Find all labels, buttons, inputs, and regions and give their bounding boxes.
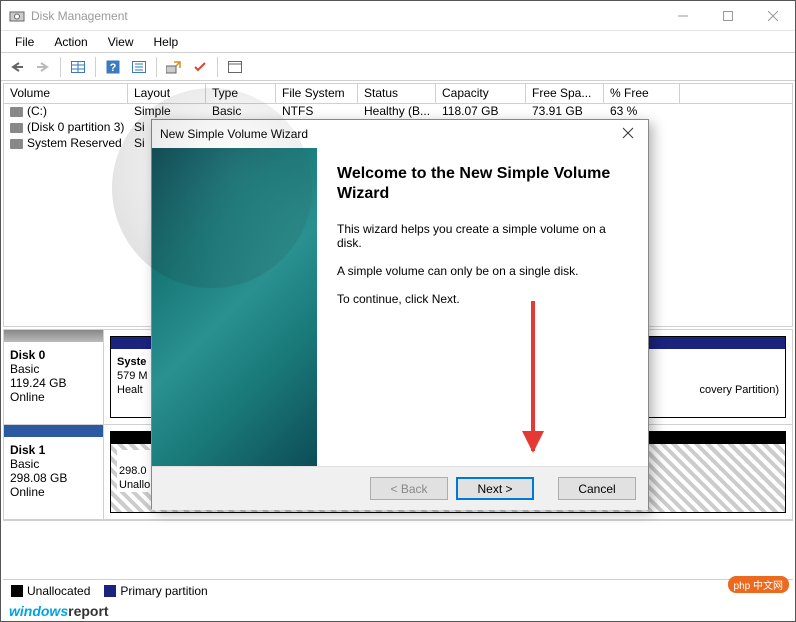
wizard-text: A simple volume can only be on a single … (337, 264, 628, 278)
volume-icon (10, 107, 23, 117)
list-icon[interactable] (127, 56, 151, 78)
disk-label: Disk 0 Basic 119.24 GB Online (4, 330, 104, 424)
wizard-text: To continue, click Next. (337, 292, 628, 306)
app-icon (9, 8, 25, 24)
menu-view[interactable]: View (98, 33, 144, 51)
wizard-button-bar: < Back Next > Cancel (152, 466, 648, 510)
col-filesystem[interactable]: File System (276, 84, 358, 103)
annotation-arrow (531, 301, 535, 451)
wizard-close-icon[interactable] (616, 124, 640, 144)
close-button[interactable] (750, 1, 795, 31)
partition[interactable]: Syste 579 M Healt (110, 336, 156, 418)
toolbar: ? (1, 53, 795, 81)
wizard-text: This wizard helps you create a simple vo… (337, 222, 628, 250)
minimize-button[interactable] (660, 1, 705, 31)
window-title: Disk Management (31, 9, 128, 23)
wizard-heading: Welcome to the New Simple Volume Wizard (337, 164, 628, 204)
window-titlebar: Disk Management (1, 1, 795, 31)
volume-row[interactable]: (C:) Simple Basic NTFS Healthy (B... 118… (4, 104, 792, 120)
back-icon[interactable] (5, 56, 29, 78)
wizard-banner (152, 148, 317, 466)
col-pctfree[interactable]: % Free (604, 84, 680, 103)
help-icon[interactable]: ? (101, 56, 125, 78)
col-capacity[interactable]: Capacity (436, 84, 526, 103)
volume-icon (10, 123, 23, 133)
grid-icon[interactable] (66, 56, 90, 78)
watermark-php: php 中文网 (728, 576, 789, 593)
legend: Unallocated Primary partition (3, 579, 793, 601)
props-icon[interactable] (223, 56, 247, 78)
back-button: < Back (370, 477, 448, 500)
col-volume[interactable]: Volume (4, 84, 128, 103)
col-status[interactable]: Status (358, 84, 436, 103)
volume-icon (10, 139, 23, 149)
next-button[interactable]: Next > (456, 477, 534, 500)
action-icon[interactable] (162, 56, 186, 78)
menu-action[interactable]: Action (44, 33, 97, 51)
disk-label: Disk 1 Basic 298.08 GB Online (4, 425, 104, 519)
swatch-unallocated (11, 585, 23, 597)
svg-text:?: ? (110, 62, 117, 74)
cancel-button[interactable]: Cancel (558, 477, 636, 500)
menu-file[interactable]: File (5, 33, 44, 51)
wizard-dialog: New Simple Volume Wizard Welcome to the … (151, 119, 649, 509)
menubar: File Action View Help (1, 31, 795, 53)
forward-icon[interactable] (31, 56, 55, 78)
col-free[interactable]: Free Spa... (526, 84, 604, 103)
check-icon[interactable] (188, 56, 212, 78)
watermark-windowsreport: windowsreport (9, 603, 109, 619)
volume-list-header: Volume Layout Type File System Status Ca… (4, 84, 792, 104)
menu-help[interactable]: Help (144, 33, 189, 51)
swatch-primary (104, 585, 116, 597)
maximize-button[interactable] (705, 1, 750, 31)
